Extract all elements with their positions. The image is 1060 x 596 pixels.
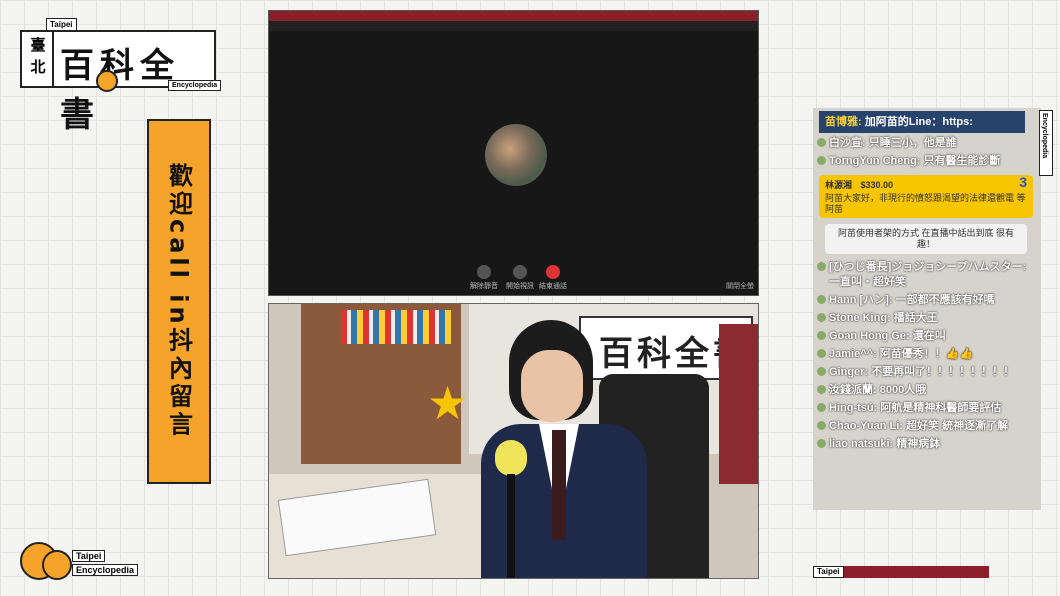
chat-text: 一直叫‧超好笑	[829, 276, 906, 288]
chat-author: Stone King	[829, 312, 888, 324]
chat-text: 不要再叫了！！！！！！！！	[871, 366, 1015, 378]
window-toolbar	[269, 21, 758, 31]
chat-author: Jamie^^	[829, 348, 874, 360]
chat-author: 汝錢派蘭	[829, 384, 873, 396]
user-avatar	[817, 295, 826, 304]
chat-author: 白沙宣	[829, 137, 862, 149]
bottom-right-tag-text: Taipei	[813, 566, 844, 578]
user-avatar	[817, 385, 826, 394]
chat-author: Ginger	[829, 366, 865, 378]
pinned-author: 苗博雅:	[825, 116, 862, 128]
user-avatar	[817, 262, 826, 271]
user-avatar	[817, 367, 826, 376]
chat-text: 8000人哦	[879, 384, 927, 396]
chat-text: 只睡三小，他是誰	[868, 137, 957, 149]
user-avatar	[817, 156, 826, 165]
chat-notice: 阿苗使用者架的方式 在直播中話出到底 很有趣！	[825, 224, 1027, 254]
user-avatar	[817, 349, 826, 358]
chat-message: Chao-Yuan Li: 超好笑 統神逐漸了解	[817, 419, 1035, 434]
mute-label: 解除靜音	[470, 283, 498, 290]
chat-text: 還在叫	[912, 330, 946, 342]
fullscreen-exit-button[interactable]: 關閉全螢	[726, 281, 754, 291]
user-avatar	[817, 421, 826, 430]
logo-orange-dot	[96, 70, 118, 92]
chat-messages: 白沙宣: 只睡三小，他是誰 TorngYun Cheng: 只有醫生能診斷 林源…	[817, 134, 1035, 455]
chat-message: Goan Hong Ge: 還在叫	[817, 329, 1035, 344]
user-avatar	[817, 313, 826, 322]
chat-message: TorngYun Cheng: 只有醫生能診斷	[817, 154, 1035, 169]
chat-side-label-text: Encyclopedia	[1041, 113, 1048, 159]
chat-author: Chao-Yuan Li	[829, 420, 900, 432]
callin-text: 歡迎call in抖內留言	[164, 163, 193, 440]
microphone-icon	[477, 265, 491, 279]
user-avatar	[817, 439, 826, 448]
pinned-message[interactable]: 苗博雅: 加阿苗的Line：https:	[819, 111, 1025, 133]
studio-camera-feed: 百科全書 ★	[268, 303, 759, 579]
bottom-right-tag: Taipei	[813, 566, 989, 578]
chat-author: Goan Hong Ge	[829, 330, 906, 342]
chat-message: [ひつじ番長]ジョジョシープハムスター: 一直叫‧超好笑	[817, 260, 1035, 290]
chat-author: liao natsuki	[829, 438, 890, 450]
logo-city: 臺北	[30, 36, 46, 76]
chat-text: 精神病鉢	[896, 438, 941, 450]
chat-text: 播話大王	[893, 312, 938, 324]
user-avatar	[817, 138, 826, 147]
end-call-button[interactable]: 結束通話	[528, 265, 578, 291]
super-chat-header: 林源湘 $330.00 3	[825, 174, 1027, 191]
chat-text: 阿航是精神科醫師要評估	[880, 402, 1002, 414]
pinned-text: 加阿苗的Line：https:	[864, 116, 973, 128]
microphone-arm	[507, 474, 515, 578]
super-chat-badge: 3	[1019, 174, 1027, 190]
microphone	[495, 440, 527, 476]
chat-text: 一部都不應該有好嗎	[895, 294, 995, 306]
super-chat: 林源湘 $330.00 3 阿苗大家好，非現行的憤怒跟渴望的法律還觀電 等阿苗	[819, 174, 1033, 218]
chat-message: liao natsuki: 精神病鉢	[817, 437, 1035, 452]
books	[341, 310, 451, 344]
chat-author: Hing-tsú	[829, 402, 874, 414]
callin-banner: 歡迎call in抖內留言	[147, 119, 211, 484]
camera-icon	[513, 265, 527, 279]
end-call-label: 結束通話	[539, 283, 567, 290]
chat-message: Jamie^^: 阿苗優秀！！👍👍	[817, 347, 1035, 362]
chat-message: 汝錢派蘭: 8000人哦	[817, 383, 1035, 398]
user-avatar	[817, 403, 826, 412]
star-figure: ★	[427, 376, 469, 430]
chat-author: [ひつじ番長]ジョジョシープハムスター	[829, 261, 1023, 273]
end-call-icon	[546, 265, 560, 279]
taipei-encyclopedia-logo: Taipei 臺北 百科全書 Encyclopedia	[20, 18, 222, 135]
logo-divider	[52, 32, 54, 86]
chat-author: Hann [ハン]	[829, 294, 889, 306]
chat-message: Ginger: 不要再叫了！！！！！！！！	[817, 365, 1035, 380]
chat-author: TorngYun Cheng	[829, 155, 917, 167]
red-wall-panel	[719, 324, 758, 484]
super-chat-amount: $330.00	[860, 180, 894, 190]
live-chat-panel[interactable]: 苗博雅: 加阿苗的Line：https: 白沙宣: 只睡三小，他是誰 Torng…	[813, 108, 1041, 510]
host-face	[521, 350, 583, 422]
chat-side-label: Encyclopedia	[1039, 110, 1053, 176]
chat-text: 阿苗優秀！！👍👍	[879, 348, 974, 360]
caller-avatar	[485, 124, 547, 186]
bottom-logo-line2: Encyclopedia	[72, 564, 139, 576]
host-tie	[552, 430, 566, 540]
chat-text: 超好笑 統神逐漸了解	[906, 420, 1009, 432]
chat-text: 只有醫生能診斷	[923, 155, 1001, 167]
chat-message: Hing-tsú: 阿航是精神科醫師要評估	[817, 401, 1035, 416]
chat-message: Hann [ハン]: 一部都不應該有好嗎	[817, 293, 1035, 308]
super-chat-text: 阿苗大家好，非現行的憤怒跟渴望的法律還觀電 等阿苗	[825, 193, 1026, 214]
bottom-logo-line1: Taipei	[72, 550, 106, 562]
super-chat-author: 林源湘	[825, 180, 853, 190]
chat-message: Stone King: 播話大王	[817, 311, 1035, 326]
logo-subtitle: Encyclopedia	[168, 80, 222, 91]
window-titlebar	[269, 11, 758, 21]
video-call-window: 解除靜音 開始視訊 結束通話 關閉全螢	[268, 10, 759, 296]
logo-circle-right	[42, 550, 72, 580]
user-avatar	[817, 331, 826, 340]
bottom-logo: Taipei Encyclopedia	[18, 540, 143, 582]
chat-message: 白沙宣: 只睡三小，他是誰	[817, 136, 1035, 151]
